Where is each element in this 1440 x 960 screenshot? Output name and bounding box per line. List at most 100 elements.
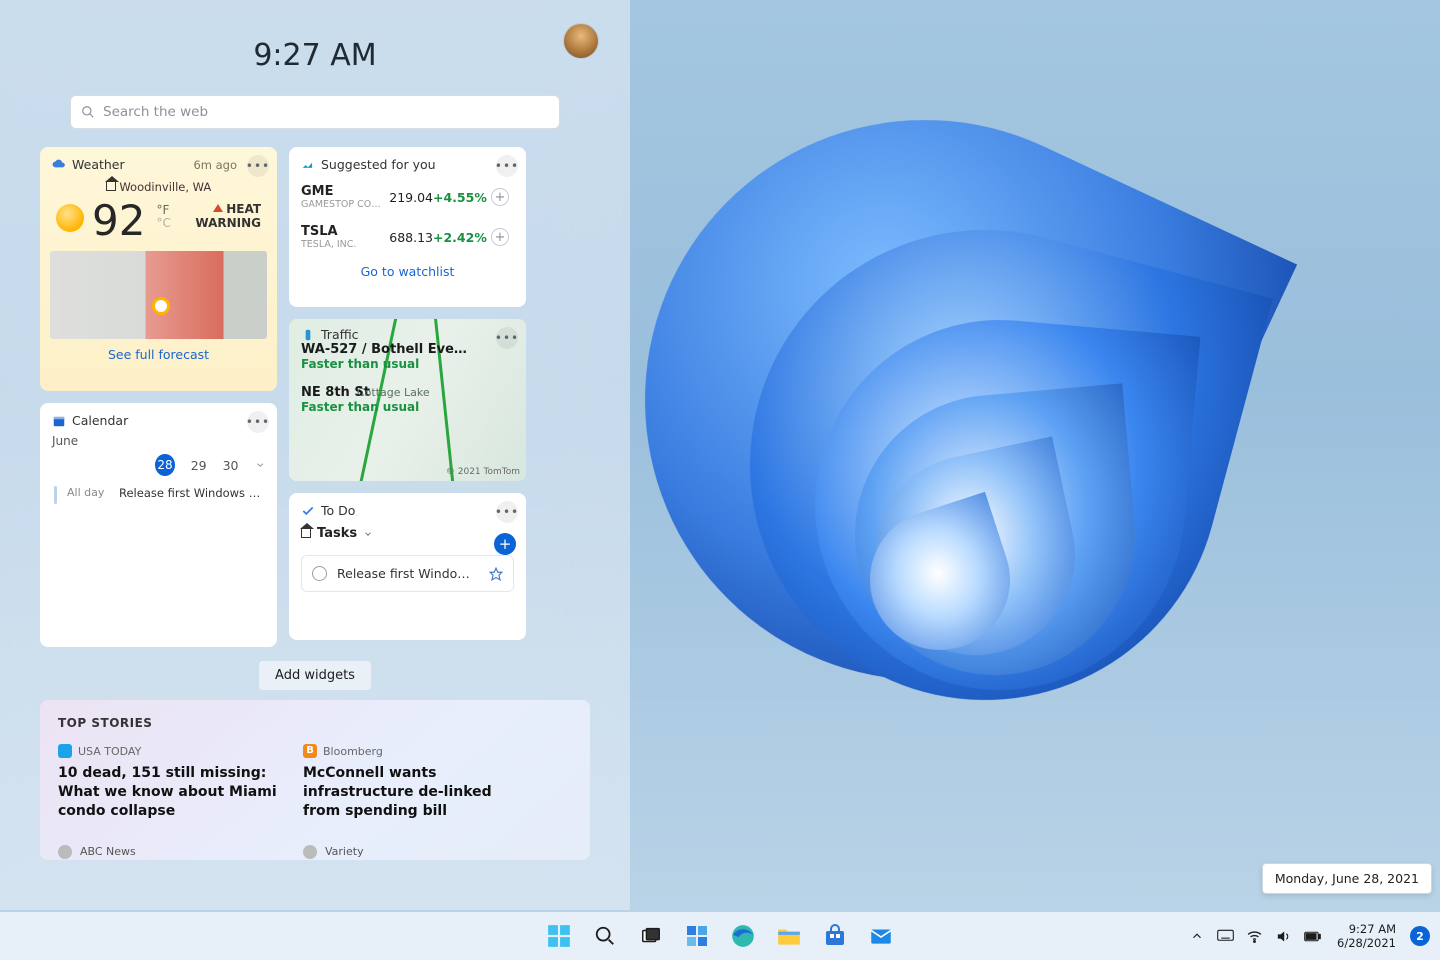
add-stock-icon[interactable]: + xyxy=(491,188,509,206)
sun-icon xyxy=(56,204,84,232)
store-button[interactable] xyxy=(816,917,854,955)
edge-button[interactable] xyxy=(724,917,762,955)
weather-map[interactable] xyxy=(50,251,267,339)
traffic-icon xyxy=(301,328,315,342)
task-view-button[interactable] xyxy=(632,917,670,955)
traffic-title: Traffic xyxy=(321,327,359,342)
stock-symbol: TSLA xyxy=(301,224,387,239)
stock-company: GAMESTOP CO… xyxy=(301,199,387,210)
add-task-button[interactable]: + xyxy=(494,533,516,555)
calendar-day[interactable]: 30 xyxy=(223,458,239,473)
stock-row[interactable]: GMEGAMESTOP CO… 219.04 +4.55% + xyxy=(289,180,526,214)
story-source: USA TODAY xyxy=(78,745,141,758)
tasks-dropdown[interactable]: Tasks xyxy=(289,518,526,549)
weather-updated: 6m ago xyxy=(193,158,237,172)
calendar-event[interactable]: All day Release first Windows 1… xyxy=(40,478,277,512)
story-source: Bloomberg xyxy=(323,745,383,758)
stock-price: 219.04 xyxy=(387,190,433,205)
home-icon xyxy=(301,529,311,538)
widgets-button[interactable] xyxy=(678,917,716,955)
see-forecast-link[interactable]: See full forecast xyxy=(40,347,277,362)
stock-row[interactable]: TSLATESLA, INC. 688.13 +2.42% + xyxy=(289,220,526,254)
mail-button[interactable] xyxy=(862,917,900,955)
weather-title: Weather xyxy=(72,157,125,172)
stock-company: TESLA, INC. xyxy=(301,239,387,250)
tray-chevron-icon[interactable] xyxy=(1188,928,1205,945)
traffic-status: Faster than usual xyxy=(301,400,514,414)
calendar-month: June xyxy=(40,428,277,448)
keyboard-icon[interactable] xyxy=(1217,928,1234,945)
weather-icon xyxy=(52,158,66,172)
calendar-title: Calendar xyxy=(72,413,128,428)
widget-menu-icon[interactable]: ••• xyxy=(247,411,269,433)
weather-widget[interactable]: ••• Weather 6m ago Woodinville, WA 92 °F… xyxy=(40,147,277,391)
story-item[interactable]: B Bloomberg McConnell wants infrastructur… xyxy=(303,744,528,859)
story-sub-source: ABC News xyxy=(80,845,136,859)
taskbar-clock[interactable]: 9:27 AM 6/28/2021 xyxy=(1337,922,1396,950)
wifi-icon[interactable] xyxy=(1246,928,1263,945)
traffic-status: Faster than usual xyxy=(301,357,514,371)
widgets-panel: 9:27 AM ••• Weather 6m ago Woodinville, … xyxy=(0,0,630,910)
chart-icon xyxy=(301,158,315,172)
chevron-down-icon xyxy=(363,529,373,539)
panel-clock: 9:27 AM xyxy=(40,38,590,73)
calendar-widget[interactable]: ••• Calendar June 28 29 30 xyxy=(40,403,277,647)
source-avatar-icon xyxy=(303,845,317,859)
traffic-road: WA-527 / Bothell Eve… xyxy=(301,342,514,357)
traffic-widget[interactable]: ••• Traffic WA-527 / Bothell Eve… Faster… xyxy=(289,319,526,481)
watchlist-widget[interactable]: ••• Suggested for you GMEGAMESTOP CO… 21… xyxy=(289,147,526,307)
watchlist-title: Suggested for you xyxy=(321,157,436,172)
calendar-icon xyxy=(52,414,66,428)
task-title: Release first Windows 11… xyxy=(337,566,479,581)
chevron-down-icon[interactable] xyxy=(255,459,266,471)
map-credit: © 2021 TomTom xyxy=(446,467,520,477)
home-icon xyxy=(106,182,116,191)
source-avatar-icon xyxy=(58,845,72,859)
map-label: Cottage Lake xyxy=(357,386,514,399)
calendar-day[interactable]: 29 xyxy=(191,458,207,473)
start-button[interactable] xyxy=(540,917,578,955)
user-avatar[interactable] xyxy=(564,24,598,58)
add-widgets-button[interactable]: Add widgets xyxy=(259,661,371,690)
source-badge-icon xyxy=(58,744,72,758)
todo-widget[interactable]: ••• To Do Tasks + Release first Windows … xyxy=(289,493,526,640)
heat-warning[interactable]: HEAT WARNING xyxy=(177,202,261,230)
search-web[interactable] xyxy=(70,95,560,129)
top-stories-heading: TOP STORIES xyxy=(58,716,572,730)
top-stories-card[interactable]: TOP STORIES USA TODAY 10 dead, 151 still… xyxy=(40,700,590,860)
all-day-label: All day xyxy=(67,486,109,504)
add-stock-icon[interactable]: + xyxy=(491,228,509,246)
taskbar-time: 9:27 AM xyxy=(1349,922,1396,936)
notification-badge[interactable]: 2 xyxy=(1410,926,1430,946)
battery-icon[interactable] xyxy=(1304,928,1321,945)
calendar-day-selected[interactable]: 28 xyxy=(155,454,174,476)
widget-menu-icon[interactable]: ••• xyxy=(496,501,518,523)
todo-title: To Do xyxy=(321,503,355,518)
date-tooltip: Monday, June 28, 2021 xyxy=(1262,863,1432,894)
unit-c[interactable]: °C xyxy=(156,217,170,230)
search-button[interactable] xyxy=(586,917,624,955)
star-icon[interactable] xyxy=(489,567,503,581)
story-item[interactable]: USA TODAY 10 dead, 151 still missing: Wh… xyxy=(58,744,283,859)
taskbar-date: 6/28/2021 xyxy=(1337,936,1396,950)
story-headline: McConnell wants infrastructure de-linked… xyxy=(303,764,528,821)
file-explorer-button[interactable] xyxy=(770,917,808,955)
source-badge-icon: B xyxy=(303,744,317,758)
taskbar: 9:27 AM 6/28/2021 2 xyxy=(0,912,1440,960)
story-headline: 10 dead, 151 still missing: What we know… xyxy=(58,764,283,821)
go-watchlist-link[interactable]: Go to watchlist xyxy=(289,264,526,279)
widget-menu-icon[interactable]: ••• xyxy=(496,155,518,177)
desktop: 9:27 AM ••• Weather 6m ago Woodinville, … xyxy=(0,0,1440,960)
volume-icon[interactable] xyxy=(1275,928,1292,945)
search-input[interactable] xyxy=(103,104,549,120)
story-sub-source: Variety xyxy=(325,845,364,859)
event-title: Release first Windows 1… xyxy=(119,486,267,504)
task-checkbox[interactable] xyxy=(312,566,327,581)
weather-location: Woodinville, WA xyxy=(119,180,211,194)
stock-price: 688.13 xyxy=(387,230,433,245)
stock-change: +4.55% xyxy=(433,190,485,205)
task-item[interactable]: Release first Windows 11… xyxy=(301,555,514,592)
weather-temp: 92 xyxy=(92,196,145,245)
todo-icon xyxy=(301,504,315,518)
widget-menu-icon[interactable]: ••• xyxy=(247,155,269,177)
